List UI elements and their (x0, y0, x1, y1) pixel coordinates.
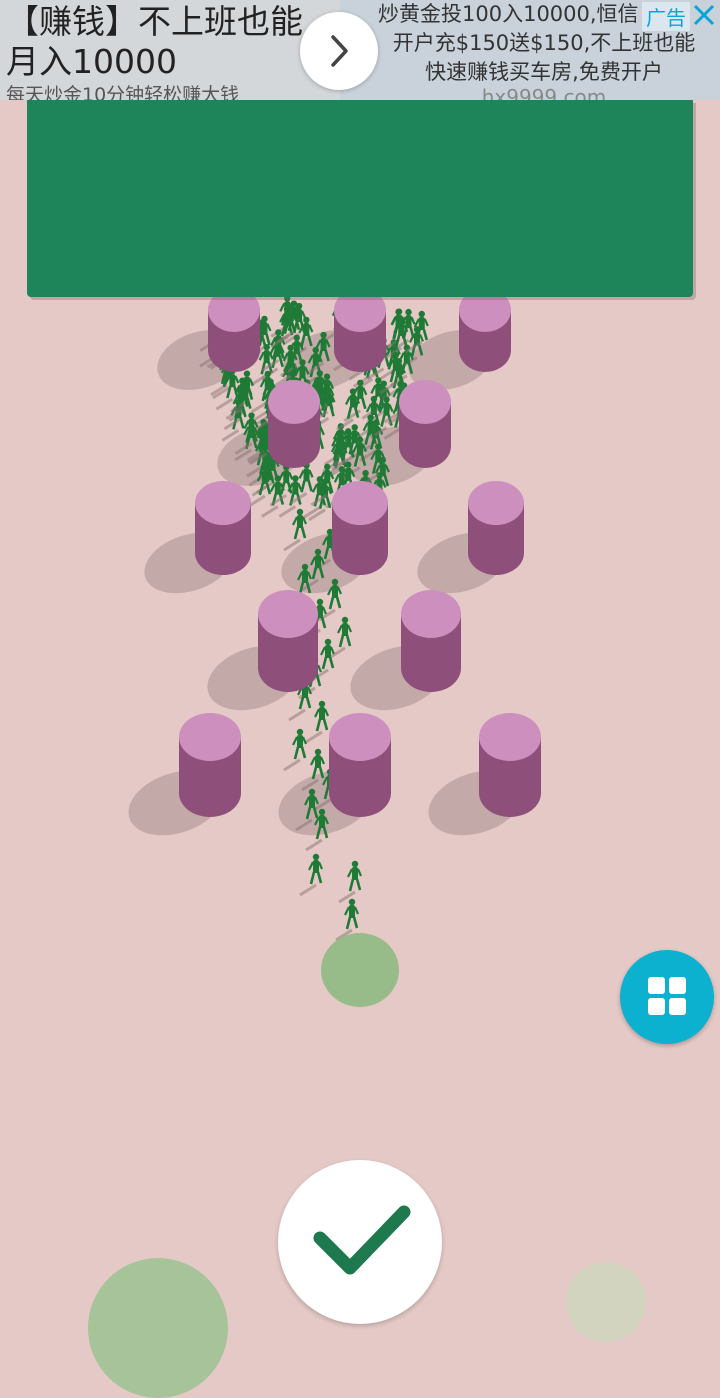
pillar (329, 713, 391, 817)
soldier (299, 853, 324, 897)
pillar (268, 380, 320, 468)
menu-button[interactable] (620, 950, 714, 1044)
pillar (334, 288, 386, 372)
checkmark-icon (313, 1205, 411, 1275)
green-panel (27, 100, 693, 297)
close-icon (693, 4, 715, 26)
pillar (468, 481, 524, 575)
ad-domain: hx9999.com (481, 85, 607, 100)
pillar (479, 713, 541, 817)
spawn-marker[interactable] (321, 933, 399, 1007)
pillar (179, 713, 241, 817)
pillar-group (179, 288, 541, 817)
pillar (332, 481, 388, 575)
confirm-button[interactable] (278, 1160, 442, 1324)
pillar (399, 380, 451, 468)
ad-left-panel[interactable]: 【赚钱】不上班也能月入10000 每天炒金10分钟轻松赚大钱 (0, 0, 340, 100)
pillar (208, 288, 260, 372)
soldier (338, 860, 363, 904)
soldier (283, 728, 308, 772)
ad-subline: 每天炒金10分钟轻松赚大钱 (6, 84, 240, 100)
pillar (401, 590, 461, 692)
bottom-left-button[interactable] (88, 1258, 228, 1398)
ad-body-line-2: 开户充$150送$150,不上班也能 (392, 31, 696, 55)
bottom-right-button[interactable] (566, 1262, 646, 1342)
ad-tag: 广告 (642, 2, 690, 31)
ad-banner[interactable]: 【赚钱】不上班也能月入10000 每天炒金10分钟轻松赚大钱 炒黄金投100入1… (0, 0, 720, 100)
ad-close-button[interactable] (690, 0, 718, 30)
chevron-right-icon (331, 35, 348, 67)
ad-arrow-button[interactable] (300, 12, 378, 90)
pillar (258, 590, 318, 692)
ad-headline[interactable]: 【赚钱】不上班也能月入10000 (6, 2, 306, 82)
pillar (459, 288, 511, 372)
pillar (195, 481, 251, 575)
